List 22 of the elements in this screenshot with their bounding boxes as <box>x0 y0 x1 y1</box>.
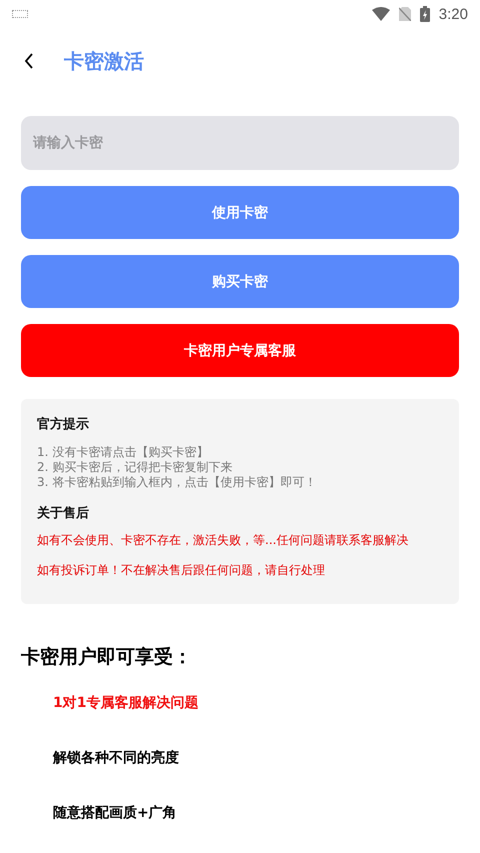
chevron-left-icon <box>24 53 34 69</box>
no-sim-icon <box>398 7 411 21</box>
battery-icon <box>420 6 430 22</box>
action-button[interactable]: 使用卡密 <box>21 186 459 239</box>
support-button[interactable]: 卡密用户专属客服 <box>21 324 459 377</box>
wifi-icon <box>372 7 390 21</box>
tip-text: 1. 没有卡密请点击【购买卡密】 <box>37 445 210 460</box>
warning-text: 如有不会使用、卡密不存在，激活失败，等...任何问题请联系客服解决 <box>37 532 410 548</box>
benefit-text: 解锁各种不同的亮度 <box>52 749 180 768</box>
card-code-field[interactable]: 请输入卡密 <box>21 116 459 170</box>
tip-text: 2. 购买卡密后，记得把卡密复制下来 <box>37 460 234 475</box>
keyboard-icon <box>12 10 28 18</box>
section-title: 关于售后 <box>37 504 90 522</box>
warning-text: 如有投诉订单！不在解决售后跟任何问题，请自行处理 <box>37 562 326 578</box>
benefits-title: 卡密用户即可享受： <box>21 645 193 670</box>
tip-text: 3. 将卡密粘贴到输入框内，点击【使用卡密】即可！ <box>37 475 318 490</box>
status-time: 3:20 <box>438 6 468 22</box>
benefit-text: 随意搭配画质+广角 <box>52 804 178 823</box>
notice-title: 官方提示 <box>37 416 90 433</box>
page-title: 卡密激活 <box>64 48 144 74</box>
action-button[interactable]: 购买卡密 <box>21 255 459 308</box>
benefit-text: 1对1专属客服解决问题 <box>52 694 200 713</box>
